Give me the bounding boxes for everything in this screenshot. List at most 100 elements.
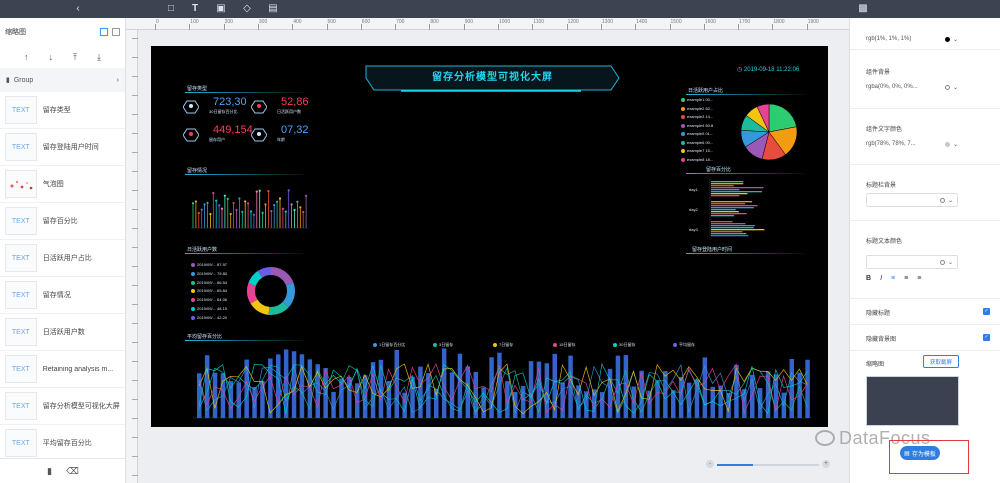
color-swatch[interactable] — [939, 197, 945, 203]
title-text-color-field[interactable]: ⌄ — [866, 255, 958, 269]
component-text-color-field[interactable]: rgb(78%, 78%, 7... ⌄ — [866, 137, 958, 151]
move-down-icon[interactable]: ↓ — [49, 52, 54, 62]
layer-item[interactable]: TEXT 日活跃用户数 — [0, 314, 125, 351]
ruler-tick-mark — [132, 133, 138, 134]
chevron-down-icon[interactable]: ⌄ — [953, 141, 958, 148]
align-center-icon[interactable]: ≡ — [904, 275, 908, 282]
layer-item[interactable]: TEXT 留存分析模型可视化大屏 — [0, 388, 125, 425]
trash-icon[interactable]: ⌫ — [66, 466, 79, 477]
top-toolbar: ‹ □ T ▣ ◇ ▤ ▩ — [0, 0, 1000, 18]
preview-icon[interactable]: ▩ — [856, 2, 870, 16]
move-top-icon[interactable]: ⤒ — [73, 52, 77, 63]
editor-canvas: 0 100 200 300 400 500 600 700 800 900 1000 1100 1200… — [126, 18, 849, 483]
legend-dot — [191, 298, 195, 303]
legend-dot — [493, 343, 497, 347]
chevron-down-icon[interactable]: ⌄ — [948, 197, 953, 204]
hbar — [711, 211, 739, 213]
component-bg-field[interactable]: rgba(0%, 0%, 0%... ⌄ — [866, 80, 958, 94]
layer-item[interactable]: TEXT 留存百分比 — [0, 203, 125, 240]
stat-label: 日活跃用户数 — [277, 109, 301, 114]
zoom-in-icon[interactable]: + — [822, 460, 830, 468]
color-swatch[interactable] — [944, 141, 950, 147]
bubble-thumbnail-icon — [5, 170, 37, 198]
vertical-ruler — [126, 30, 138, 483]
layer-item[interactable]: TEXT 留存登陆用户时间 — [0, 129, 125, 166]
new-folder-icon[interactable]: ▮ — [47, 466, 52, 477]
layer-label: 留存分析模型可视化大屏 — [42, 403, 120, 410]
layer-item[interactable]: TEXT 留存情况 — [0, 277, 125, 314]
pie-legend-item: example3 14... — [681, 114, 713, 119]
ruler-tick: 1600 — [704, 19, 716, 25]
hbar — [711, 207, 754, 209]
stat-value: 723,30 — [213, 96, 247, 108]
chevron-down-icon[interactable]: ⌄ — [953, 36, 958, 43]
title-bg-field[interactable]: ⌄ — [866, 193, 958, 207]
layer-item[interactable]: 气泡图 — [0, 166, 125, 203]
lollipop-head — [209, 212, 212, 216]
back-arrow-icon[interactable]: ‹ — [71, 2, 85, 16]
legend-dot — [681, 123, 685, 128]
ruler-tick-mark — [132, 285, 138, 286]
legend-dot — [191, 307, 195, 311]
shape-icon[interactable]: ◇ — [240, 2, 254, 16]
text-icon[interactable]: T — [188, 2, 202, 16]
stat-value: 449,154 — [213, 124, 253, 136]
layer-item[interactable]: TEXT 留存类型 — [0, 92, 125, 129]
italic-button[interactable]: I — [880, 275, 882, 282]
hide-title-checkbox[interactable]: ✓ — [983, 308, 990, 315]
color-field-1[interactable]: rgb(1%, 1%, 1%) ⌄ — [866, 32, 958, 46]
chevron-right-icon[interactable]: › — [117, 77, 119, 84]
hide-bg-label: 隐藏背景图 — [866, 337, 897, 343]
lollipop-head — [235, 208, 238, 211]
layer-group[interactable]: ▮ Group › — [0, 68, 125, 92]
legend-text: example8 18... — [687, 156, 714, 162]
hbar — [711, 191, 762, 193]
layout-icon[interactable]: ▤ — [266, 2, 280, 16]
section-divider — [185, 340, 305, 341]
stat-label: 年龄 — [277, 137, 285, 142]
layer-item[interactable]: TEXT Retaining analysis m... — [0, 351, 125, 388]
color-swatch[interactable] — [944, 84, 950, 90]
legend-text: 2019/09/... 42.20 — [197, 314, 228, 320]
list-view-icon[interactable] — [112, 28, 120, 36]
group-label: Group — [13, 76, 34, 84]
lollipop-head — [206, 201, 209, 204]
bold-button[interactable]: B — [866, 275, 871, 282]
align-right-icon[interactable]: ≡ — [917, 275, 921, 282]
move-bottom-icon[interactable]: ⤓ — [97, 52, 101, 63]
section-divider — [185, 92, 305, 93]
hide-title-label: 隐藏标题 — [866, 311, 891, 317]
color-swatch[interactable] — [944, 36, 950, 42]
avg-legend-item: 3日留存 — [433, 342, 453, 348]
dashboard-screen[interactable]: 留存分析模型可视化大屏 ◷ 2019-09-18 11:22:06 留存类型 留… — [151, 46, 828, 427]
lollipop-head — [220, 207, 224, 210]
hbar-label: day1 — [689, 187, 698, 192]
zoom-out-icon[interactable]: - — [706, 460, 714, 468]
ruler-tick-mark — [132, 475, 138, 476]
move-up-icon[interactable]: ↑ — [24, 52, 29, 62]
layer-label: 日活跃用户占比 — [42, 255, 92, 262]
capture-screenshot-button[interactable]: 获取截屏 — [923, 355, 959, 368]
donut-legend-item: 2019/09/... 87.97 — [191, 262, 227, 267]
thumbnail-view-icon[interactable] — [100, 28, 108, 36]
frame-icon[interactable]: □ — [164, 2, 178, 16]
donut-segment — [257, 267, 272, 278]
legend-dot — [681, 132, 685, 136]
layer-panel: 缩略图 ↑ ↓ ⤒ ⤓ ▮ Group › TEXT 留存类型 TEXT 留存登陆用户… — [0, 18, 126, 483]
image-icon[interactable]: ▣ — [214, 2, 228, 16]
align-left-icon[interactable]: ≡ — [891, 275, 895, 282]
lollipop-head — [215, 199, 218, 202]
lollipop-head — [232, 201, 235, 205]
color-swatch[interactable] — [939, 259, 945, 265]
stat-label: 留存用户 — [209, 137, 225, 142]
layer-item[interactable]: TEXT 日活跃用户占比 — [0, 240, 125, 277]
chevron-down-icon[interactable]: ⌄ — [948, 259, 953, 266]
lollipop-head — [191, 202, 195, 205]
lollipop-head — [302, 210, 305, 214]
lollipop-head — [229, 212, 232, 216]
chevron-down-icon[interactable]: ⌄ — [953, 84, 958, 91]
layer-item[interactable]: TEXT 平均留存百分比 — [0, 425, 125, 462]
ruler-tick-mark — [132, 38, 138, 39]
hide-bg-checkbox[interactable]: ✓ — [983, 334, 990, 341]
ruler-tick: 300 — [258, 19, 268, 25]
